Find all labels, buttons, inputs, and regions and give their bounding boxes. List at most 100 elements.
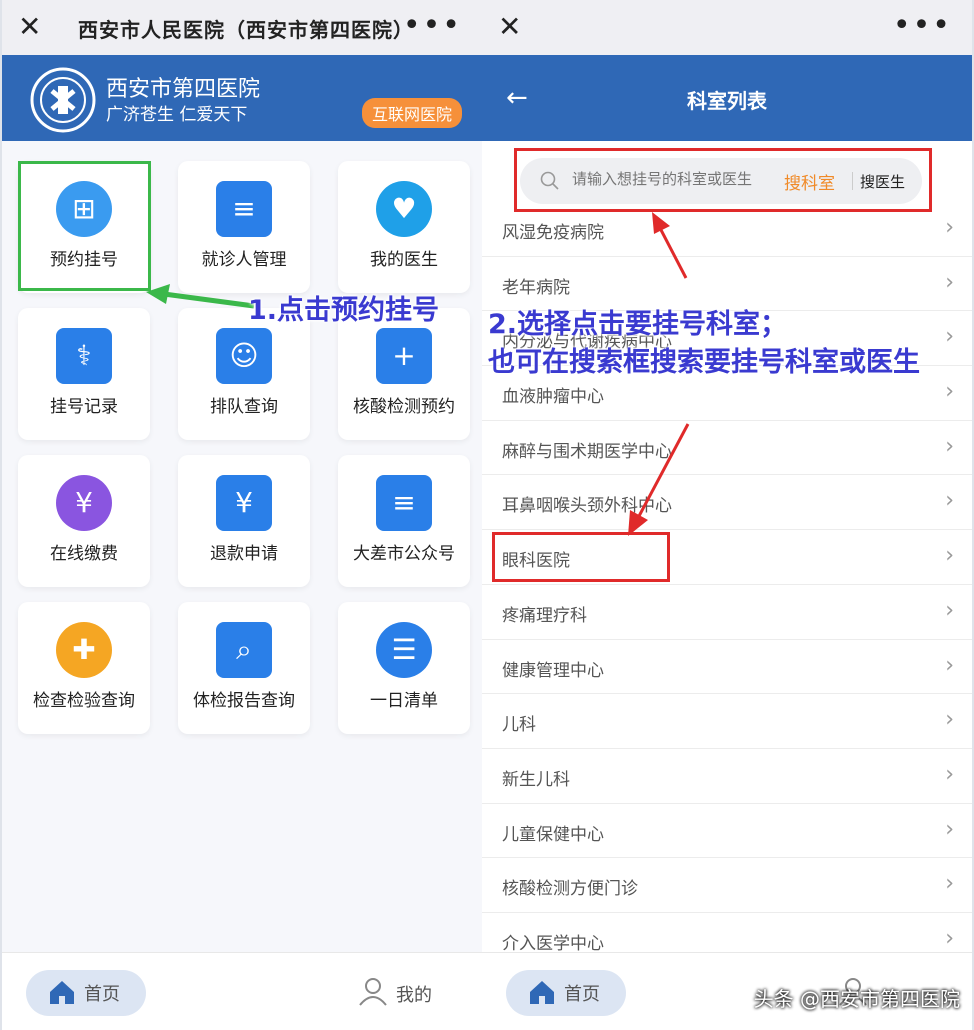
department-row[interactable]: 耳鼻咽喉头颈外科中心 › — [482, 475, 972, 531]
department-row[interactable]: 健康管理中心 › — [482, 639, 972, 695]
service-tile[interactable]: ⌕ 体检报告查询 — [178, 602, 310, 734]
test-clock-icon: + — [376, 328, 432, 384]
window-titlebar-right: ✕ ••• — [482, 0, 972, 55]
exam-icon: ✚ — [56, 622, 112, 678]
hospital-name: 西安市第四医院 — [106, 77, 261, 102]
queue-people-icon: ☺ — [216, 328, 272, 384]
arrow-to-search — [652, 212, 688, 279]
tab-mine-label: 我的 — [396, 985, 432, 1006]
department-name: 疼痛理疗科 — [502, 605, 587, 626]
step1-annotation: 1.点击预约挂号 — [248, 295, 440, 326]
service-tile[interactable]: ¥ 在线缴费 — [18, 455, 150, 587]
chevron-right-icon: › — [945, 488, 954, 514]
service-label: 就诊人管理 — [201, 250, 287, 270]
department-name: 健康管理中心 — [502, 660, 604, 681]
department-name: 新生儿科 — [502, 769, 570, 790]
arrow-to-eye-hospital — [628, 423, 690, 536]
service-tile[interactable]: ☰ 一日清单 — [338, 602, 470, 734]
user-icon — [359, 978, 387, 1006]
chevron-right-icon: › — [945, 871, 954, 897]
step1-arrow — [146, 284, 255, 309]
department-row[interactable]: 儿童保健中心 › — [482, 803, 972, 859]
step2-annotation: 2.选择点击要挂号科室； — [488, 309, 788, 340]
service-label: 我的医生 — [370, 250, 438, 270]
department-navbar: ← 科室列表 — [482, 55, 972, 141]
patient-card-icon: ≡ — [216, 181, 272, 237]
watermark: 头条 @西安市第四医院 — [753, 987, 960, 1011]
department-name: 儿童保健中心 — [502, 824, 604, 845]
chevron-right-icon: › — [945, 433, 954, 459]
service-label: 检查检验查询 — [33, 691, 135, 711]
tab-mine[interactable]: 我的 — [358, 977, 432, 1011]
bottom-tab-bar: 首页 我的 — [2, 952, 482, 1030]
service-label: 体检报告查询 — [193, 691, 295, 711]
service-tile[interactable]: ¥ 退款申请 — [178, 455, 310, 587]
home-icon — [530, 981, 554, 1004]
department-row[interactable]: 核酸检测方便门诊 › — [482, 858, 972, 913]
more-icon[interactable]: ••• — [403, 8, 462, 43]
payment-icon: ¥ — [56, 475, 112, 531]
eye-hospital-highlight-box — [492, 532, 670, 582]
heart-icon: ♥ — [376, 181, 432, 237]
department-name: 介入医学中心 — [502, 933, 604, 954]
service-tile[interactable]: + 核酸检测预约 — [338, 308, 470, 440]
chevron-right-icon: › — [945, 652, 954, 678]
tab-home[interactable]: 首页 — [26, 970, 146, 1016]
service-tile[interactable]: ≡ 就诊人管理 — [178, 161, 310, 293]
window-titlebar: ✕ 西安市人民医院（西安市第四医院） ••• — [2, 0, 482, 55]
department-row[interactable]: 麻醉与围术期医学中心 › — [482, 420, 972, 476]
daily-list-icon: ☰ — [376, 622, 432, 678]
service-label: 挂号记录 — [50, 397, 118, 417]
page-title: 科室列表 — [687, 89, 767, 113]
service-tile[interactable]: ✚ 检查检验查询 — [18, 602, 150, 734]
hospital-slogan: 广济苍生 仁爱天下 — [106, 105, 248, 125]
department-row[interactable]: 新生儿科 › — [482, 748, 972, 804]
tab-home[interactable]: 首页 — [506, 970, 626, 1016]
chevron-right-icon: › — [945, 597, 954, 623]
step1-highlight-box — [18, 161, 151, 291]
step2-annotation-line2: 也可在搜索框搜索要挂号科室或医生 — [488, 347, 920, 378]
more-icon[interactable]: ••• — [893, 8, 952, 43]
refund-icon: ¥ — [216, 475, 272, 531]
department-name: 儿科 — [502, 715, 536, 736]
service-label: 在线缴费 — [50, 544, 118, 564]
hospital-header: 西安市第四医院 广济苍生 仁爱天下 互联网医院 — [2, 55, 482, 141]
report-search-icon: ⌕ — [216, 622, 272, 678]
chevron-right-icon: › — [945, 816, 954, 842]
chevron-right-icon: › — [945, 707, 954, 733]
department-list-screen: ✕ ••• ← 科室列表 风湿免疫病院 › 老年病院 › 内分泌与代谢疾病中心 › 血液肿瘤… — [482, 0, 972, 1030]
service-label: 大差市公众号 — [353, 544, 455, 564]
window-title: 西安市人民医院（西安市第四医院） — [78, 18, 414, 42]
tab-home-label: 首页 — [564, 984, 600, 1005]
chevron-right-icon: › — [945, 925, 954, 951]
department-name: 老年病院 — [502, 277, 570, 298]
search-highlight-box — [514, 148, 932, 212]
service-label: 排队查询 — [210, 397, 278, 417]
public-account-icon: ≡ — [376, 475, 432, 531]
service-tile[interactable]: ♥ 我的医生 — [338, 161, 470, 293]
service-tile[interactable]: ≡ 大差市公众号 — [338, 455, 470, 587]
chevron-right-icon: › — [945, 761, 954, 787]
department-name: 风湿免疫病院 — [502, 223, 604, 243]
chevron-right-icon: › — [945, 324, 954, 350]
close-icon[interactable]: ✕ — [498, 12, 521, 42]
service-label: 一日清单 — [370, 691, 438, 711]
home-screen: ✕ 西安市人民医院（西安市第四医院） ••• 西安市第四医院 广济苍生 仁爱天下… — [2, 0, 482, 1030]
department-name: 血液肿瘤中心 — [502, 387, 604, 408]
department-name: 核酸检测方便门诊 — [502, 879, 638, 900]
hospital-logo-icon — [30, 67, 96, 133]
service-label: 核酸检测预约 — [353, 397, 455, 417]
department-row[interactable]: 疼痛理疗科 › — [482, 584, 972, 640]
close-icon[interactable]: ✕ — [18, 12, 41, 42]
department-row[interactable]: 儿科 › — [482, 694, 972, 749]
stethoscope-icon: ⚕ — [56, 328, 112, 384]
chevron-right-icon: › — [945, 215, 954, 240]
service-tile[interactable]: ☺ 排队查询 — [178, 308, 310, 440]
service-tile[interactable]: ⚕ 挂号记录 — [18, 308, 150, 440]
chevron-right-icon: › — [945, 379, 954, 405]
internet-hospital-badge: 互联网医院 — [362, 98, 463, 128]
home-icon — [50, 981, 74, 1004]
service-label: 退款申请 — [210, 544, 278, 564]
tab-home-label: 首页 — [84, 984, 120, 1005]
chevron-right-icon: › — [945, 543, 954, 569]
